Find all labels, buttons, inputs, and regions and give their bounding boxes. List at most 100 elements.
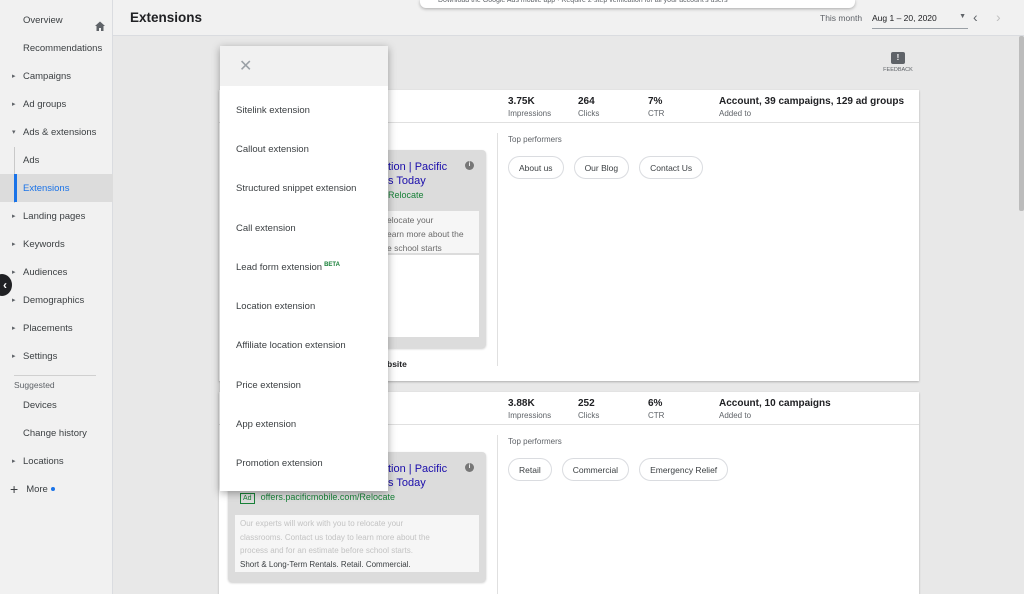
sidebar-item-label: Audiences: [23, 266, 68, 278]
sidebar-item-label: Extensions: [23, 182, 70, 194]
chevron-right-icon: ▸: [12, 297, 16, 304]
ad-description-line: classrooms. Contact us today to learn mo…: [240, 532, 430, 542]
card-footer-text: bsite: [387, 359, 407, 369]
chip[interactable]: About us: [508, 156, 564, 179]
sidebar-item-ads-extensions[interactable]: ▾ Ads & extensions: [0, 118, 113, 146]
divider: [497, 435, 498, 594]
menu-item-sitelink[interactable]: Sitelink extension: [236, 105, 310, 116]
chip[interactable]: Emergency Relief: [639, 458, 729, 481]
ad-title: tion | Pacific: [388, 161, 448, 173]
ad-url: Relocate: [388, 190, 424, 200]
ad-badge: Ad: [240, 493, 255, 504]
menu-item-location[interactable]: Location extension: [236, 301, 315, 312]
notification-bar[interactable]: Download the Google Ads mobile app · Req…: [420, 0, 855, 8]
sidebar-more-button[interactable]: + More: [10, 482, 55, 496]
sidebar-item-landing-pages[interactable]: ▸ Landing pages: [0, 202, 113, 230]
sidebar-item-change-history[interactable]: Change history: [0, 419, 113, 447]
sidebar-item-devices[interactable]: Devices: [0, 391, 113, 419]
sidebar-item-label: Demographics: [23, 294, 85, 306]
ad-title: s Today: [388, 175, 426, 187]
ctr-value: 6%: [648, 398, 663, 409]
menu-item-price[interactable]: Price extension: [236, 380, 301, 391]
menu-header: ✕: [220, 46, 388, 86]
sidebar-item-locations[interactable]: ▸ Locations: [0, 447, 113, 475]
chip[interactable]: Our Blog: [573, 156, 630, 179]
ctr-label: CTR: [648, 411, 665, 420]
sidebar-item-label: Placements: [23, 322, 73, 334]
ad-description-line: elocate your: [387, 215, 434, 225]
sidebar-item-placements[interactable]: ▸ Placements: [0, 314, 113, 342]
menu-item-callout[interactable]: Callout extension: [236, 144, 309, 155]
sidebar-item-overview[interactable]: Overview: [0, 6, 113, 34]
close-icon[interactable]: ✕: [239, 56, 252, 76]
menu-item-affiliate-location[interactable]: Affiliate location extension: [236, 340, 346, 351]
divider: [497, 133, 498, 366]
menu-item-call[interactable]: Call extension: [236, 223, 296, 234]
more-label: More: [26, 483, 48, 495]
chevron-down-icon: ▾: [12, 129, 16, 136]
sidebar: Overview Recommendations ▸ Campaigns ▸ Ad …: [0, 0, 113, 594]
next-period-button[interactable]: ›: [996, 9, 1001, 25]
chevron-right-icon: ▸: [12, 213, 16, 220]
ad-description-line: e school starts: [387, 243, 442, 253]
chip[interactable]: Commercial: [561, 458, 630, 481]
sidebar-item-demographics[interactable]: ▸ Demographics: [0, 286, 113, 314]
top-performers-chips: Retail Commercial Emergency Relief: [508, 458, 729, 481]
ctr-value: 7%: [648, 96, 663, 107]
chevron-right-icon: ▸: [12, 325, 16, 332]
added-to-value: Account, 10 campaigns: [719, 398, 831, 409]
chip[interactable]: Retail: [508, 458, 552, 481]
date-range-picker[interactable]: Aug 1 – 20, 2020 ▼: [872, 9, 968, 29]
chevron-right-icon: ▸: [12, 458, 16, 465]
sidebar-item-ad-groups[interactable]: ▸ Ad groups: [0, 90, 113, 118]
impressions-value: 3.75K: [508, 96, 535, 107]
chevron-right-icon: ▸: [12, 353, 16, 360]
sidebar-item-extensions[interactable]: Extensions: [0, 174, 113, 202]
chevron-right-icon: ▸: [12, 73, 16, 80]
divider: [14, 375, 96, 376]
beta-badge: BETA: [324, 262, 340, 268]
clicks-label: Clicks: [578, 411, 600, 420]
suggested-heading: Suggested: [14, 380, 55, 390]
sidebar-item-audiences[interactable]: ▸ Audiences: [0, 258, 113, 286]
menu-item-label: Lead form extension: [236, 262, 323, 274]
sidebar-item-settings[interactable]: ▸ Settings: [0, 342, 113, 370]
impressions-label: Impressions: [508, 109, 552, 118]
sidebar-item-campaigns[interactable]: ▸ Campaigns: [0, 62, 113, 90]
chip[interactable]: Contact Us: [639, 156, 704, 179]
plus-icon: +: [10, 481, 19, 497]
home-icon: [95, 21, 105, 31]
notification-dot: [50, 487, 55, 491]
sidebar-item-keywords[interactable]: ▸ Keywords: [0, 230, 113, 258]
menu-item-lead-form[interactable]: Lead form extension BETA: [236, 262, 340, 273]
feedback-button[interactable]: ! FEEDBACK: [880, 52, 916, 73]
previous-period-button[interactable]: ‹: [973, 9, 978, 25]
page-scrollbar[interactable]: [1019, 36, 1024, 211]
clicks-label: Clicks: [578, 109, 600, 118]
impressions-label: Impressions: [508, 411, 552, 420]
impressions-value: 3.88K: [508, 398, 535, 409]
ad-description: Our experts will work with you to reloca…: [235, 515, 479, 572]
sidebar-item-label: Devices: [23, 399, 57, 411]
ad-description-line: Our experts will work with you to reloca…: [240, 519, 404, 528]
added-to-value: Account, 39 campaigns, 129 ad groups: [719, 96, 905, 107]
feedback-icon: !: [891, 52, 905, 64]
chevron-right-icon: ▸: [12, 101, 16, 108]
ad-description-line: process and for an estimate before schoo…: [240, 546, 413, 555]
sidebar-item-label: Overview: [23, 14, 63, 26]
chevron-right-icon: ▸: [12, 269, 16, 276]
added-to-label: Added to: [719, 109, 752, 118]
sidebar-item-label: Campaigns: [23, 70, 72, 82]
sidebar-item-label: Ad groups: [23, 98, 67, 110]
ad-title: tion | Pacific: [388, 463, 448, 475]
sidebar-item-ads[interactable]: Ads: [0, 146, 113, 174]
menu-item-promotion[interactable]: Promotion extension: [236, 458, 323, 469]
ctr-label: CTR: [648, 109, 665, 118]
added-to-label: Added to: [719, 411, 752, 420]
menu-item-app[interactable]: App extension: [236, 419, 296, 430]
top-performers-chips: About us Our Blog Contact Us: [508, 156, 704, 179]
menu-item-structured-snippet[interactable]: Structured snippet extension: [236, 183, 356, 194]
sidebar-item-label: Settings: [23, 350, 58, 362]
sidebar-item-recommendations[interactable]: Recommendations: [0, 34, 113, 62]
structured-snippet: Short & Long-Term Rentals. Retail. Comme…: [240, 559, 411, 569]
